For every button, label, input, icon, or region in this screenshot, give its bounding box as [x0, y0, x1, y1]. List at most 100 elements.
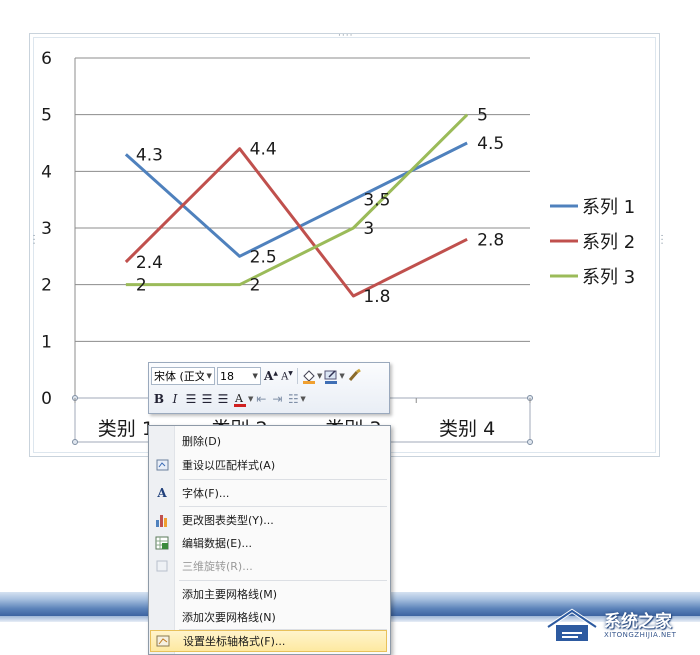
paint-bucket-icon	[303, 370, 315, 384]
menu-item-label: 添加主要网格线(M)	[182, 588, 278, 601]
menu-item-reset-style[interactable]: 重设以匹配样式(A)	[150, 454, 387, 476]
delete-icon	[150, 430, 174, 452]
watermark-subtitle: XITONGZHIJIA.NET	[604, 631, 677, 639]
brush-icon	[348, 368, 361, 381]
chevron-down-icon: ▼	[252, 372, 258, 380]
series-line	[124, 147, 468, 298]
chart-type-icon	[150, 509, 174, 531]
shrink-font-icon: A▼	[281, 369, 293, 383]
chevron-down-icon[interactable]: ▼	[317, 372, 322, 380]
data-label: 2.4	[136, 253, 163, 273]
font-color-button[interactable]: A	[232, 390, 248, 408]
menu-separator	[179, 479, 387, 480]
house-logo-icon	[546, 608, 598, 641]
italic-label: I	[172, 392, 178, 406]
menu-item-label: 编辑数据(E)...	[182, 537, 253, 550]
align-right-button[interactable]: ☰	[216, 390, 230, 408]
x-tick-label: 类别 1	[98, 418, 154, 440]
bullets-icon: ☷	[288, 392, 299, 406]
x-tick-label: 类别 4	[439, 418, 495, 440]
menu-item-label: 设置坐标轴格式(F)...	[183, 635, 286, 648]
menu-item-label: 三维旋转(R)...	[182, 560, 253, 573]
align-right-icon: ☰	[217, 392, 229, 406]
shrink-font-button[interactable]: A▼	[280, 367, 294, 385]
increase-indent-button[interactable]: ⇥	[270, 390, 284, 408]
pencil-icon	[324, 370, 338, 384]
3d-rotation-icon	[150, 555, 174, 577]
chevron-down-icon[interactable]: ▼	[248, 395, 253, 403]
watermark-title: 系统之家	[604, 612, 672, 632]
data-label: 2.8	[477, 230, 504, 250]
font-size-combo[interactable]: 18 ▼	[217, 367, 261, 385]
menu-item-label: 重设以匹配样式(A)	[182, 459, 276, 472]
font-color-icon: A	[234, 392, 246, 407]
menu-item-format-axis[interactable]: 设置坐标轴格式(F)...	[150, 630, 387, 652]
decrease-indent-button[interactable]: ⇤	[254, 390, 268, 408]
y-tick-label: 5	[41, 106, 52, 126]
data-label: 3	[363, 219, 374, 239]
data-label: 2	[136, 276, 147, 296]
menu-item-label: 删除(D)	[182, 435, 222, 448]
data-label: 3.5	[363, 191, 390, 211]
menu-item-delete[interactable]: 删除(D)	[150, 430, 387, 452]
chevron-down-icon: ▼	[206, 372, 212, 380]
align-center-button[interactable]: ☰	[200, 390, 214, 408]
line-color-button[interactable]	[323, 367, 339, 385]
bold-label: B	[153, 392, 165, 406]
menu-item-edit-data[interactable]: 编辑数据(E)...	[150, 532, 387, 554]
y-tick-label: 0	[41, 389, 52, 409]
menu-item-3d-rotation[interactable]: 三维旋转(R)...	[150, 555, 387, 577]
chevron-down-icon[interactable]: ▼	[300, 395, 305, 403]
italic-button[interactable]: I	[168, 390, 182, 408]
toolbar-separator	[297, 368, 298, 384]
selection-handle	[527, 439, 533, 445]
watermark-logo: 系统之家 XITONGZHIJIA.NET	[542, 605, 692, 645]
format-axis-icon	[151, 630, 175, 652]
menu-separator	[179, 506, 387, 507]
menu-item-label: 添加次要网格线(N)	[182, 611, 276, 624]
data-label: 1.8	[363, 287, 390, 307]
data-label: 5	[477, 106, 488, 126]
legend-label: 系列 3	[582, 267, 635, 288]
y-tick-label: 4	[41, 162, 52, 182]
align-center-icon: ☰	[201, 392, 213, 406]
font-size-value: 18	[220, 369, 234, 383]
data-label: 4.3	[136, 145, 163, 165]
legend-label: 系列 2	[582, 232, 635, 253]
selection-handle	[72, 439, 78, 445]
data-label: 4.4	[250, 140, 277, 160]
menu-item-change-chart-type[interactable]: 更改图表类型(Y)...	[150, 509, 387, 531]
y-tick-label: 2	[41, 276, 52, 296]
font-name-value: 宋体 (正文	[154, 370, 205, 383]
menu-item-add-minor-gridlines[interactable]: 添加次要网格线(N)	[150, 606, 387, 628]
chevron-down-icon[interactable]: ▼	[339, 372, 344, 380]
y-tick-label: 6	[41, 49, 52, 69]
data-label: 4.5	[477, 134, 504, 154]
menu-separator	[179, 580, 387, 581]
increase-indent-icon: ⇥	[272, 392, 283, 406]
align-left-icon: ☰	[185, 392, 197, 406]
menu-item-add-major-gridlines[interactable]: 添加主要网格线(M)	[150, 583, 387, 605]
context-menu: 删除(D) 重设以匹配样式(A) A 字体(F)... 更改图表类型(Y)...…	[148, 425, 391, 655]
bold-button[interactable]: B	[152, 390, 166, 408]
grow-font-button[interactable]: A▲	[264, 367, 278, 385]
menu-item-label: 字体(F)...	[182, 487, 230, 500]
mini-toolbar: 宋体 (正文 ▼ 18 ▼ A▲ A▼ ▼ ▼ B I ☰ ☰ ☰ A ▼ ⇤ …	[148, 362, 390, 414]
reset-style-icon	[150, 454, 174, 476]
font-name-combo[interactable]: 宋体 (正文 ▼	[151, 367, 215, 385]
align-left-button[interactable]: ☰	[184, 390, 198, 408]
series-line	[124, 141, 468, 258]
menu-item-font[interactable]: A 字体(F)...	[150, 482, 387, 504]
fill-color-button[interactable]	[301, 367, 317, 385]
svg-text:A: A	[234, 392, 244, 405]
y-tick-label: 1	[41, 332, 52, 352]
legend-label: 系列 1	[582, 197, 635, 218]
y-tick-label: 3	[41, 219, 52, 239]
edit-data-icon	[150, 532, 174, 554]
format-painter-button[interactable]	[346, 367, 362, 385]
data-label: 2	[250, 276, 261, 296]
bullets-button[interactable]: ☷	[286, 390, 300, 408]
menu-item-label: 更改图表类型(Y)...	[182, 514, 274, 527]
grow-font-icon: A▲	[264, 369, 278, 383]
font-icon: A	[157, 486, 167, 500]
